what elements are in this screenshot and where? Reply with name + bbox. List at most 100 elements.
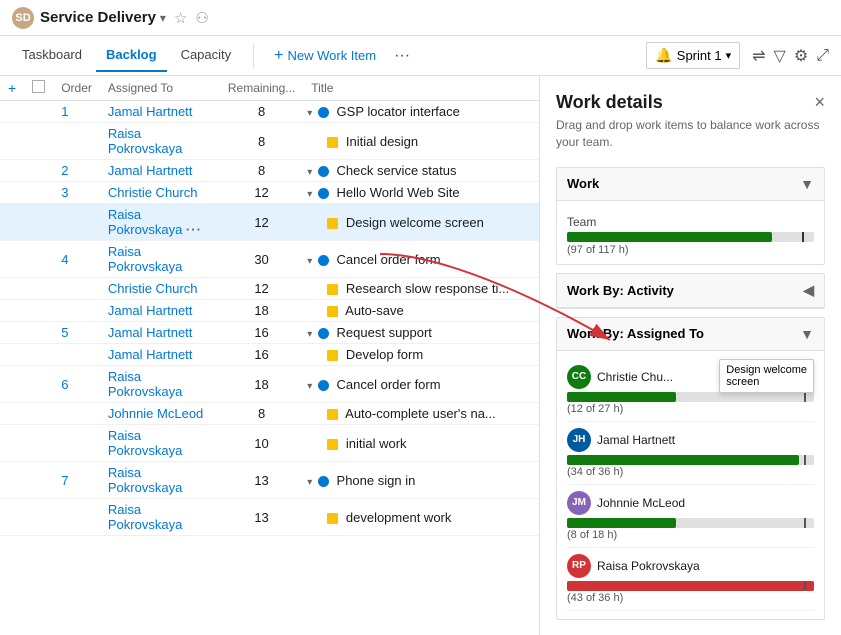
new-work-item-button[interactable]: + New Work Item	[266, 43, 384, 69]
row-check	[24, 241, 53, 278]
checkbox-icon[interactable]	[32, 80, 45, 93]
work-section-header[interactable]: Work ▼	[557, 168, 824, 201]
person-row: RP Raisa Pokrovskaya (43 of 36 h)	[567, 548, 814, 611]
tab-taskboard[interactable]: Taskboard	[12, 39, 92, 72]
row-order: 1	[53, 101, 100, 123]
close-button[interactable]: ×	[814, 92, 825, 113]
row-check	[24, 101, 53, 123]
row-actions[interactable]: ···	[186, 222, 202, 237]
assigned-arrow: ▼	[800, 326, 814, 342]
item-type-icon	[318, 166, 329, 177]
row-check	[24, 425, 53, 462]
table-row: Johnnie McLeod 8 Auto-complete user's na…	[0, 403, 539, 425]
row-assigned[interactable]: Christie Church	[100, 182, 220, 204]
row-title[interactable]: Initial design	[303, 123, 539, 160]
row-add	[0, 425, 24, 462]
row-assigned[interactable]: Jamal Hartnett	[100, 322, 220, 344]
activity-section-header[interactable]: Work By: Activity ◀	[557, 274, 824, 308]
row-assigned[interactable]: Jamal Hartnett	[100, 344, 220, 366]
row-remaining: 12	[220, 278, 303, 300]
tab-capacity[interactable]: Capacity	[171, 39, 242, 72]
tab-backlog[interactable]: Backlog	[96, 39, 167, 72]
collapse-icon[interactable]: ▾	[307, 167, 312, 178]
row-remaining: 18	[220, 300, 303, 322]
row-title[interactable]: initial work	[303, 425, 539, 462]
table-row: 4 Raisa Pokrovskaya 30 ▾ Cancel order fo…	[0, 241, 539, 278]
collapse-icon[interactable]: ▾	[307, 189, 312, 200]
row-assigned[interactable]: Raisa Pokrovskaya	[100, 123, 220, 160]
row-order: 7	[53, 462, 100, 499]
row-title[interactable]: ▾ Hello World Web Site	[303, 182, 539, 204]
row-add	[0, 204, 24, 241]
row-assigned[interactable]: Raisa Pokrovskaya ···	[100, 204, 220, 241]
row-title[interactable]: ▾ Request support	[303, 322, 539, 344]
row-title-text: Phone sign in	[337, 473, 416, 488]
top-header: SD Service Delivery ▾ ☆ ⚇	[0, 0, 841, 36]
row-order	[53, 425, 100, 462]
row-title-text: Cancel order form	[337, 377, 441, 392]
row-title[interactable]: Auto-save	[303, 300, 539, 322]
filter-icon[interactable]: ▽	[774, 46, 786, 66]
row-title-text: Design welcome screen	[346, 215, 484, 230]
row-title[interactable]: ▾ Cancel order form	[303, 366, 539, 403]
person-name: Johnnie McLeod	[597, 496, 814, 510]
team-label: Team	[567, 215, 814, 229]
row-title[interactable]: Research slow response ti...	[303, 278, 539, 300]
assigned-section-header[interactable]: Work By: Assigned To ▼	[557, 318, 824, 351]
row-title[interactable]: ▾ Phone sign in	[303, 462, 539, 499]
row-order: 3	[53, 182, 100, 204]
row-title[interactable]: Design welcome screen	[303, 204, 539, 241]
row-title[interactable]: ▾ Check service status	[303, 160, 539, 182]
row-assigned[interactable]: Raisa Pokrovskaya	[100, 241, 220, 278]
person-bar-container	[567, 581, 814, 591]
project-title: Service Delivery	[40, 9, 156, 26]
row-order	[53, 204, 100, 241]
row-title-text: Initial design	[346, 134, 418, 149]
collapse-icon[interactable]: ▾	[307, 108, 312, 119]
settings-icon[interactable]: ⚙	[794, 46, 808, 66]
person-bar-fill	[567, 581, 814, 591]
tooltip-popup: Design welcomescreen	[719, 359, 814, 393]
row-check	[24, 499, 53, 536]
collapse-icon[interactable]: ▾	[307, 477, 312, 488]
row-title[interactable]: Auto-complete user's na...	[303, 403, 539, 425]
more-options-button[interactable]: ···	[388, 43, 416, 69]
filter-settings-icon[interactable]: ⇌	[752, 46, 765, 66]
collapse-icon[interactable]: ▾	[307, 329, 312, 340]
row-title[interactable]: ▾ GSP locator interface	[303, 101, 539, 123]
person-bar-container	[567, 455, 814, 465]
chevron-down-icon[interactable]: ▾	[160, 11, 166, 25]
person-hours: (8 of 18 h)	[567, 529, 814, 541]
row-assigned[interactable]: Raisa Pokrovskaya	[100, 499, 220, 536]
row-assigned[interactable]: Jamal Hartnett	[100, 101, 220, 123]
row-check	[24, 366, 53, 403]
row-title[interactable]: development work	[303, 499, 539, 536]
person-name: Jamal Hartnett	[597, 433, 814, 447]
add-icon[interactable]: +	[8, 80, 16, 96]
person-icon[interactable]: ⚇	[195, 9, 208, 27]
collapse-icon[interactable]: ▾	[307, 256, 312, 267]
row-assigned[interactable]: Raisa Pokrovskaya	[100, 425, 220, 462]
star-icon[interactable]: ☆	[174, 9, 187, 27]
row-assigned[interactable]: Raisa Pokrovskaya	[100, 366, 220, 403]
row-assigned[interactable]: Johnnie McLeod	[100, 403, 220, 425]
row-assigned[interactable]: Jamal Hartnett	[100, 160, 220, 182]
collapse-icon[interactable]: ▾	[307, 381, 312, 392]
row-check	[24, 182, 53, 204]
row-assigned[interactable]: Raisa Pokrovskaya	[100, 462, 220, 499]
backlog-table: + Order Assigned To Remaining... Title 1…	[0, 76, 539, 536]
expand-icon[interactable]: ⤢	[816, 47, 829, 65]
col-assigned-header: Assigned To	[100, 76, 220, 101]
row-title[interactable]: Develop form	[303, 344, 539, 366]
row-title[interactable]: ▾ Cancel order form	[303, 241, 539, 278]
row-check	[24, 322, 53, 344]
row-order	[53, 123, 100, 160]
assigned-section-content: CC Christie Chu... Design welcomescreen …	[557, 351, 824, 619]
sprint-selector[interactable]: 🔔 Sprint 1 ▾	[646, 42, 740, 69]
row-assigned[interactable]: Christie Church	[100, 278, 220, 300]
item-type-icon	[327, 409, 338, 420]
row-remaining: 10	[220, 425, 303, 462]
person-avatar: JM	[567, 491, 591, 515]
row-assigned[interactable]: Jamal Hartnett	[100, 300, 220, 322]
person-row: JH Jamal Hartnett (34 of 36 h)	[567, 422, 814, 485]
